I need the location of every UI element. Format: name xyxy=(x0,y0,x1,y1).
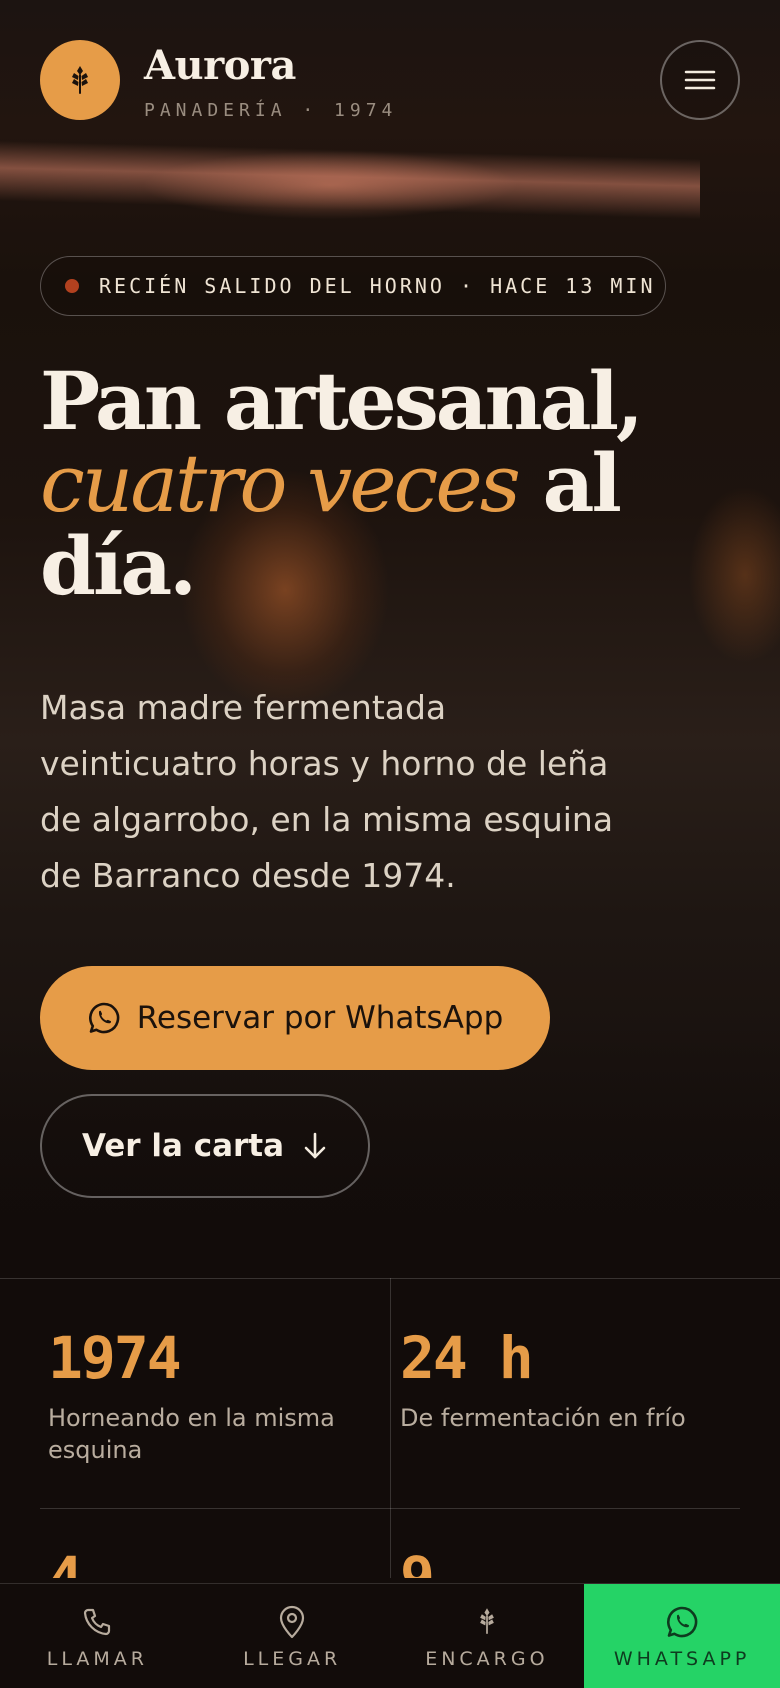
stat-value: 4 xyxy=(48,1548,81,1578)
stat-item: 24 h De fermentación en frío xyxy=(400,1328,710,1434)
site-header: Aurora PANADERÍA · 1974 xyxy=(40,40,740,121)
whatsapp-icon xyxy=(665,1604,699,1640)
oven-light-streak xyxy=(0,140,700,220)
nav-directions-label: LLEGAR xyxy=(243,1647,342,1670)
brand-name: Aurora xyxy=(144,42,296,89)
menu-button[interactable] xyxy=(660,40,740,120)
nav-order[interactable]: ENCARGO xyxy=(390,1584,585,1688)
nav-whatsapp[interactable]: WHATSAPP xyxy=(584,1584,780,1688)
brand-subtitle: PANADERÍA · 1974 xyxy=(144,100,398,121)
fresh-bread-badge: RECIÉN SALIDO DEL HORNO · HACE 13 MIN xyxy=(40,256,666,316)
nav-directions[interactable]: LLEGAR xyxy=(195,1584,390,1688)
wheat-icon xyxy=(72,66,88,94)
nav-call-label: LLAMAR xyxy=(46,1647,148,1670)
view-menu-label: Ver la carta xyxy=(81,1128,285,1164)
live-indicator-dot xyxy=(65,279,79,293)
map-pin-icon xyxy=(278,1604,306,1640)
headline-part-3: día. xyxy=(40,519,197,613)
nav-whatsapp-label: WHATSAPP xyxy=(613,1647,751,1670)
headline-accent: cuatro veces xyxy=(40,437,521,530)
headline-part-1: Pan artesanal, xyxy=(40,354,644,448)
stats-divider xyxy=(40,1508,740,1509)
reserve-whatsapp-label: Reservar por WhatsApp xyxy=(136,1000,504,1036)
stat-item: 4 xyxy=(48,1548,81,1578)
stat-item: 9 xyxy=(400,1548,433,1578)
hero-background xyxy=(0,0,780,1278)
stats-divider xyxy=(390,1278,391,1578)
stat-value: 1974 xyxy=(48,1324,182,1392)
stat-value: 9 xyxy=(400,1548,433,1578)
view-menu-button[interactable]: Ver la carta xyxy=(40,1094,370,1198)
hero-lead-text: Masa madre fermentada veinticuatro horas… xyxy=(40,688,614,895)
arrow-down-icon xyxy=(302,1131,328,1161)
stat-label: De fermentación en frío xyxy=(400,1404,686,1432)
headline-part-2: al xyxy=(542,436,622,530)
hamburger-menu-icon xyxy=(684,70,716,90)
stat-value: 24 h xyxy=(400,1324,534,1392)
stat-label: Horneando en la misma esquina xyxy=(48,1404,335,1464)
logo[interactable] xyxy=(40,40,120,120)
phone-icon xyxy=(82,1604,112,1640)
stat-item: 1974 Horneando en la misma esquina xyxy=(48,1328,358,1466)
hero-headline: Pan artesanal, cuatro veces al día. xyxy=(40,360,740,607)
fresh-badge-text: RECIÉN SALIDO DEL HORNO · HACE 13 MIN xyxy=(99,274,656,298)
whatsapp-icon xyxy=(87,1001,121,1035)
reserve-whatsapp-button[interactable]: Reservar por WhatsApp xyxy=(40,966,550,1070)
nav-call[interactable]: LLAMAR xyxy=(0,1584,195,1688)
wheat-icon xyxy=(475,1604,499,1640)
nav-order-label: ENCARGO xyxy=(425,1647,549,1670)
bottom-action-bar: LLAMAR LLEGAR ENCARGO WHATSAPP xyxy=(0,1583,780,1688)
stats-grid: 1974 Horneando en la misma esquina 24 h … xyxy=(0,1278,780,1578)
